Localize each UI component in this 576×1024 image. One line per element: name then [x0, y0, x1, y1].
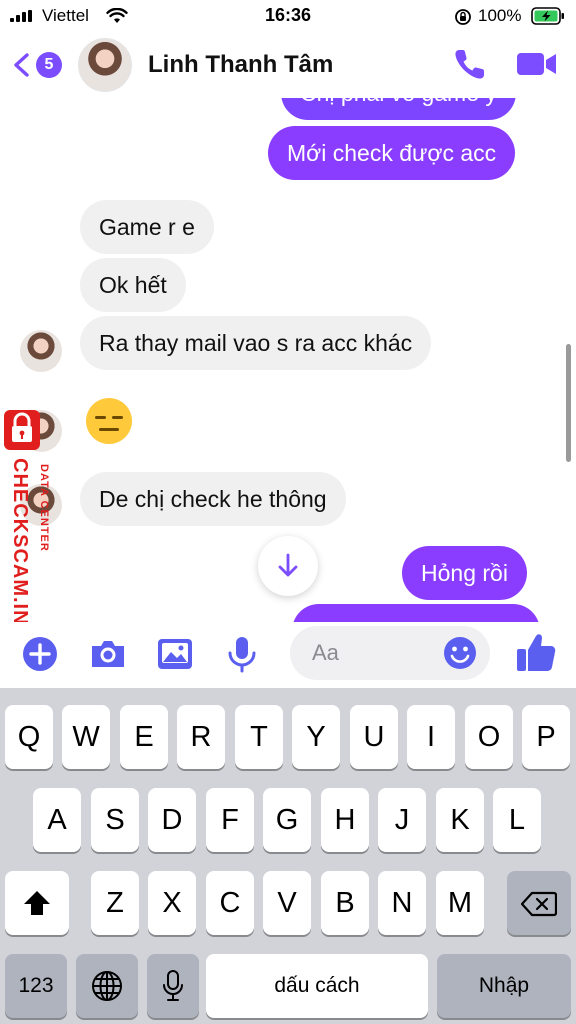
- incoming-message[interactable]: Game r e: [80, 200, 214, 254]
- key-u[interactable]: U: [350, 705, 398, 769]
- watermark-text: CHECKSCAM.INFO: [9, 458, 31, 622]
- key-b[interactable]: B: [321, 871, 369, 935]
- key-m[interactable]: M: [436, 871, 484, 935]
- video-camera-icon: [517, 53, 556, 75]
- key-d[interactable]: D: [148, 788, 196, 852]
- key-j[interactable]: J: [378, 788, 426, 852]
- numbers-key[interactable]: 123: [5, 954, 67, 1018]
- key-o[interactable]: O: [465, 705, 513, 769]
- key-g[interactable]: G: [263, 788, 311, 852]
- unread-count-badge: 5: [36, 52, 62, 78]
- back-button[interactable]: 5: [12, 50, 64, 80]
- messenger-chat-screen: Viettel 16:36 100% 5 Linh Thanh Tâm Mới …: [0, 0, 576, 1024]
- microphone-icon: [228, 637, 256, 673]
- space-key[interactable]: dấu cách: [206, 954, 428, 1018]
- phone-icon: [455, 50, 484, 79]
- key-h[interactable]: H: [321, 788, 369, 852]
- add-button[interactable]: [20, 634, 60, 674]
- key-a[interactable]: A: [33, 788, 81, 852]
- like-button[interactable]: [514, 630, 558, 674]
- message-input-container[interactable]: [290, 626, 490, 680]
- arrow-down-icon: [278, 553, 298, 577]
- battery-charging-icon: [531, 7, 564, 25]
- key-t[interactable]: T: [235, 705, 283, 769]
- outgoing-message-partial[interactable]: [292, 604, 540, 622]
- key-f[interactable]: F: [206, 788, 254, 852]
- key-c[interactable]: C: [206, 871, 254, 935]
- scroll-to-bottom-button[interactable]: [258, 536, 318, 596]
- outgoing-message[interactable]: Hỏng rồi: [402, 546, 527, 600]
- key-x[interactable]: X: [148, 871, 196, 935]
- key-r[interactable]: R: [177, 705, 225, 769]
- backspace-icon: [520, 891, 558, 917]
- key-p[interactable]: P: [522, 705, 570, 769]
- chat-header: 5 Linh Thanh Tâm: [0, 32, 576, 98]
- orientation-lock-icon: [455, 9, 471, 25]
- delete-key[interactable]: [507, 871, 571, 935]
- camera-icon: [92, 641, 124, 667]
- watermark-subtext: DATA CENTER: [38, 464, 50, 552]
- scrollbar[interactable]: [566, 344, 571, 462]
- shift-key[interactable]: [5, 871, 69, 935]
- contact-avatar[interactable]: [78, 38, 132, 92]
- image-icon: [158, 639, 192, 669]
- microphone-icon: [163, 970, 183, 1001]
- contact-name[interactable]: Linh Thanh Tâm: [148, 51, 333, 79]
- smiley-icon: [444, 637, 476, 669]
- shift-arrow-icon: [24, 891, 50, 915]
- key-w[interactable]: W: [62, 705, 110, 769]
- key-z[interactable]: Z: [91, 871, 139, 935]
- key-i[interactable]: I: [407, 705, 455, 769]
- video-call-button[interactable]: [516, 46, 558, 82]
- message-input[interactable]: [312, 638, 442, 668]
- key-s[interactable]: S: [91, 788, 139, 852]
- key-n[interactable]: N: [378, 871, 426, 935]
- battery-percent: 100%: [478, 6, 522, 25]
- key-q[interactable]: Q: [5, 705, 53, 769]
- incoming-message[interactable]: Ra thay mail vao s ra acc khác: [80, 316, 432, 370]
- emoji-button[interactable]: [442, 635, 478, 671]
- watermark-lock-icon: [4, 410, 40, 450]
- onscreen-keyboard: Q W E R T Y U I O P A S D F G H J K L Z …: [0, 688, 576, 1024]
- camera-button[interactable]: [88, 634, 128, 674]
- message-list[interactable]: Chị phải vô game ý Mới check được acc Ga…: [0, 98, 576, 622]
- key-v[interactable]: V: [263, 871, 311, 935]
- outgoing-message[interactable]: Mới check được acc: [268, 126, 516, 180]
- key-e[interactable]: E: [120, 705, 168, 769]
- incoming-message[interactable]: De chị check he thông: [80, 472, 346, 526]
- key-l[interactable]: L: [493, 788, 541, 852]
- outgoing-message[interactable]: Chị phải vô game ý: [281, 98, 516, 120]
- message-composer: [0, 622, 576, 688]
- voice-message-button[interactable]: [222, 634, 262, 674]
- globe-key[interactable]: [76, 954, 138, 1018]
- dictation-key[interactable]: [147, 954, 199, 1018]
- plus-circle-icon: [23, 637, 57, 671]
- key-k[interactable]: K: [436, 788, 484, 852]
- voice-call-button[interactable]: [452, 46, 488, 82]
- return-key[interactable]: Nhập: [437, 954, 571, 1018]
- key-y[interactable]: Y: [292, 705, 340, 769]
- sender-avatar: [20, 330, 62, 372]
- incoming-message[interactable]: Ok hết: [80, 258, 186, 312]
- chevron-left-icon: [14, 53, 29, 77]
- globe-icon: [92, 971, 122, 1001]
- status-bar: Viettel 16:36 100%: [0, 0, 576, 32]
- expressionless-face-icon[interactable]: [84, 396, 134, 446]
- gallery-button[interactable]: [155, 634, 195, 674]
- thumbs-up-icon: [517, 634, 556, 671]
